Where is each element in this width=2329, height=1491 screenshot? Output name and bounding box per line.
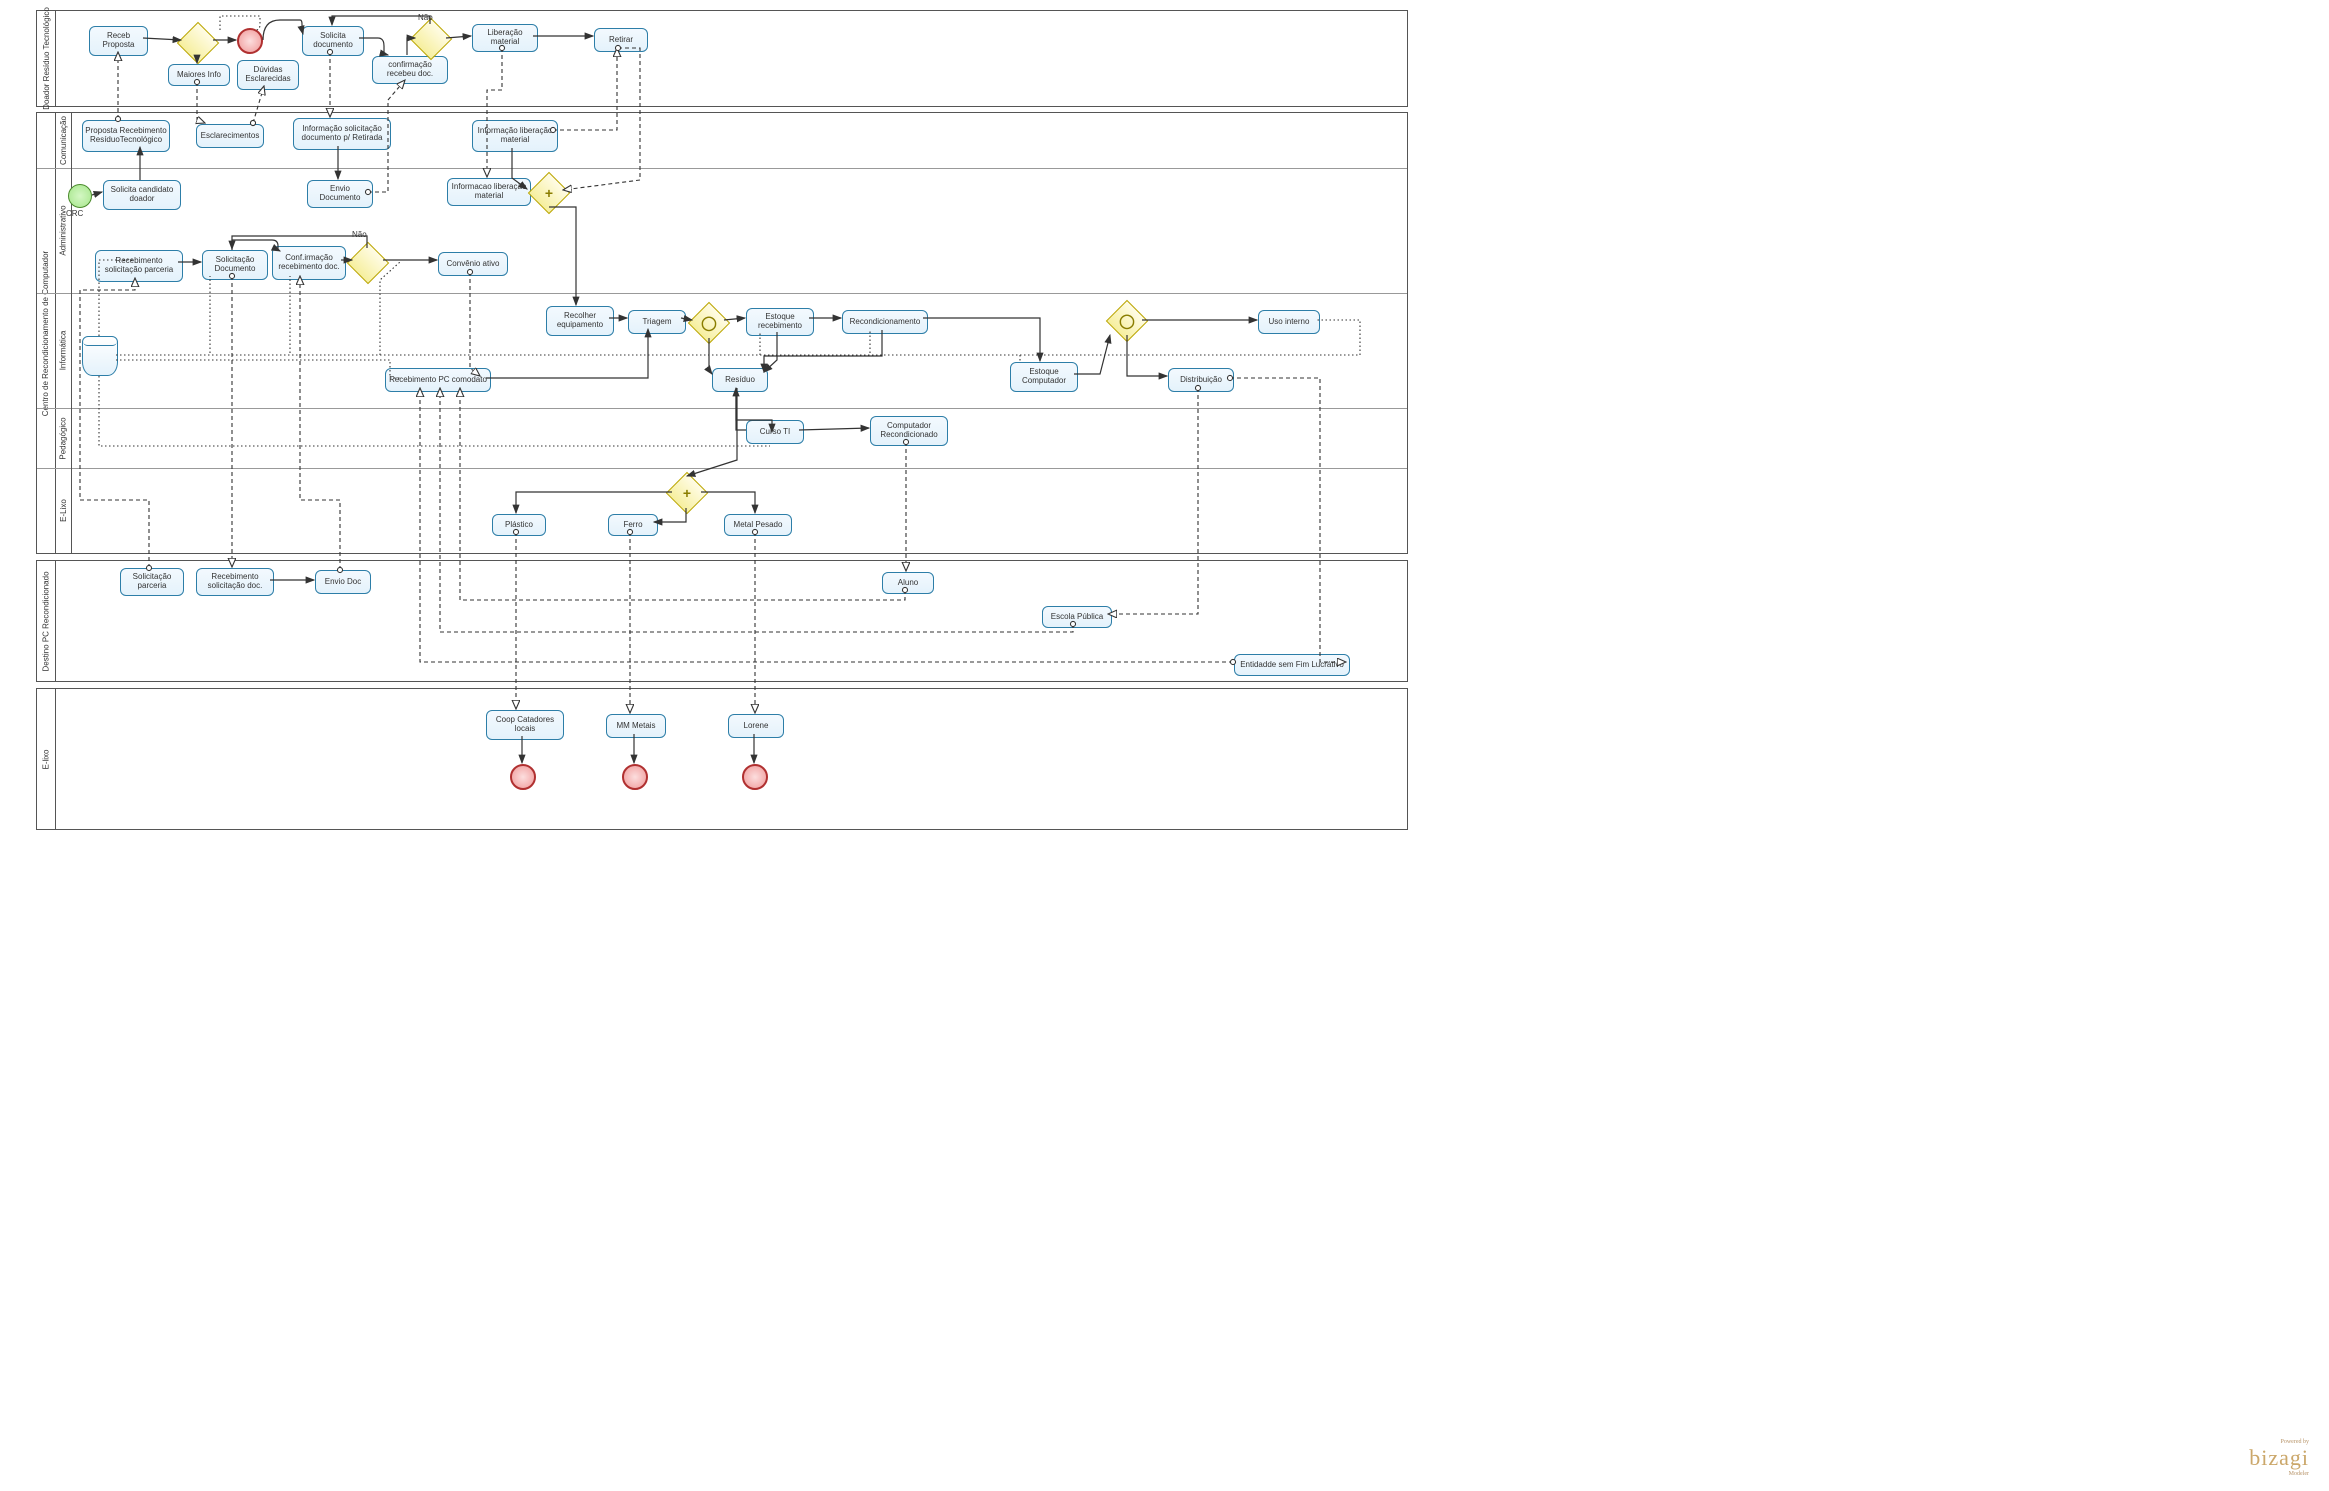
task-estoque-computador: Estoque Computador — [1010, 362, 1078, 392]
task-liberacao-material: Liberação material — [472, 24, 538, 52]
label-nao1: Não — [418, 13, 433, 22]
task-recolher-equip: Recolher equipamento — [546, 306, 614, 336]
task-distribuicao: Distribuição — [1168, 368, 1234, 392]
end-event-mm — [622, 764, 648, 790]
task-conf-receb-doc2: Conf.irmação recebimento doc. — [272, 246, 346, 280]
bizagi-logo: Powered by bizagi Modeler — [2249, 1439, 2309, 1477]
pool-label-destinopc: Destino PC Recondicionado — [37, 561, 56, 681]
bpmn-canvas: Doador Resíduo Tecnológico Centro de Rec… — [0, 0, 2329, 1491]
label-nao2: Não — [352, 230, 367, 239]
task-retirar: Retirar — [594, 28, 648, 52]
task-info-solic-doc-retirada: Informação solicitação documento p/ Reti… — [293, 118, 391, 150]
task-maiores-info: Maiores Info — [168, 64, 230, 86]
lane-label-informatica: Informática — [55, 293, 72, 408]
pool-label-crc: Centro de Recondicionamento de Computado… — [37, 113, 56, 553]
task-recebimento-sol-parceria: Recebimento solicitação parceria — [95, 250, 183, 282]
pool-label-doador: Doador Resíduo Tecnológico — [37, 11, 56, 106]
task-lorene: Lorene — [728, 714, 784, 738]
task-residuo: Resíduo — [712, 368, 768, 392]
task-envio-documento: Envio Documento — [307, 180, 373, 208]
task-solicita-candidato: Solicita candidato doador — [103, 180, 181, 210]
task-computador-recond: Computador Recondicionado — [870, 416, 948, 446]
lane-label-elixo: E-Lixo — [55, 468, 72, 553]
start-event-crc — [68, 184, 92, 208]
pool-doador: Doador Resíduo Tecnológico — [36, 10, 1408, 107]
task-envio-doc: Envio Doc — [315, 570, 371, 594]
task-recondicionamento: Recondicionamento — [842, 310, 928, 334]
task-solicita-documento: Solicita documento — [302, 26, 364, 56]
task-uso-interno: Uso interno — [1258, 310, 1320, 334]
pool-label-elixo: E-lixo — [37, 689, 56, 829]
task-esclarecimentos: Esclarecimentos — [196, 124, 264, 148]
task-solicitacao-parceria: Solicitação parceria — [120, 568, 184, 596]
task-proposta-receb-residuo: Proposta Recebimento ResíduoTecnológico — [82, 120, 170, 152]
task-convenio-ativo: Convênio ativo — [438, 252, 508, 276]
task-coop-catadores: Coop Catadores locais — [486, 710, 564, 740]
task-curso-ti: Curso TI — [746, 420, 804, 444]
datastore — [82, 336, 118, 376]
task-plastico: Plástico — [492, 514, 546, 536]
lane-label-administrativo: Administrativo — [55, 168, 72, 293]
pool-elixo: E-lixo — [36, 688, 1408, 830]
end-event-lorene — [742, 764, 768, 790]
task-recebimento-pc-comodato: Recebimento PC comodato — [385, 368, 491, 392]
task-aluno: Aluno — [882, 572, 934, 594]
task-escola-publica: Escola Pública — [1042, 606, 1112, 628]
end-event-coop — [510, 764, 536, 790]
task-info-liberacao-material: Informação liberação material — [472, 120, 558, 152]
task-duvidas-esc: Dúvidas Esclarecidas — [237, 60, 299, 90]
task-triagem: Triagem — [628, 310, 686, 334]
end-event-doador — [237, 28, 263, 54]
lane-label-comunicacao: Comunicação — [55, 113, 72, 168]
task-ferro: Ferro — [608, 514, 658, 536]
pool-crc: Centro de Recondicionamento de Computado… — [36, 112, 1408, 554]
task-recebimento-sol-doc: Recebimento solicitação doc. — [196, 568, 274, 596]
task-entidade-sem-fim: Entidadde sem Fim Lucrátivo — [1234, 654, 1350, 676]
label-crc: CRC — [66, 209, 83, 218]
lane-label-pedagogico: Pedagógico — [55, 408, 72, 468]
task-receb-proposta: Receb Proposta — [89, 26, 148, 56]
task-metal-pesado: Metal Pesado — [724, 514, 792, 536]
task-mm-metais: MM Metais — [606, 714, 666, 738]
task-solicitacao-documento: Solicitação Documento — [202, 250, 268, 280]
task-conf-recebeu-doc: confirmação recebeu doc. — [372, 56, 448, 84]
task-informacao-lib-mat: Informacao liberação material — [447, 178, 531, 206]
task-estoque-recebimento: Estoque recebimento — [746, 308, 814, 336]
